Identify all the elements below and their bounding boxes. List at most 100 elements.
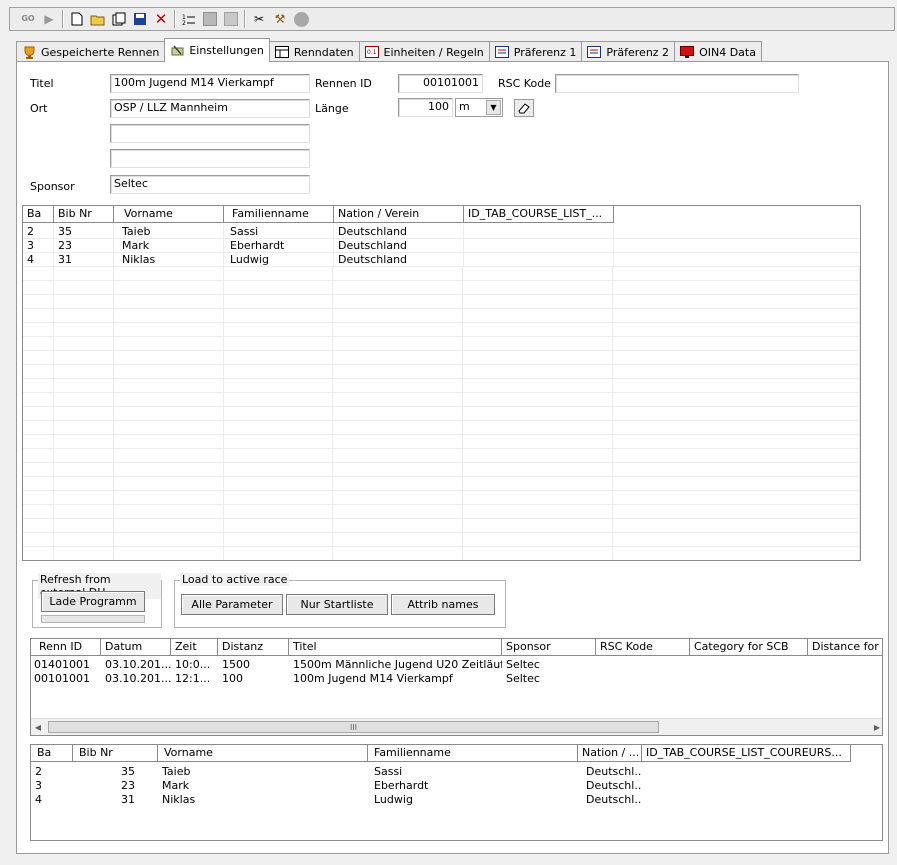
rennen-id-field[interactable]: 00101001 [398,74,483,93]
tab-einstellungen[interactable]: Einstellungen [164,38,270,62]
empty-cell [613,351,860,364]
attrib-names-button[interactable]: Attrib names [391,594,495,615]
titel-label: Titel [30,77,54,90]
chevron-down-icon[interactable]: ▼ [486,100,501,115]
lade-programm-button[interactable]: Lade Programm [41,591,145,612]
column-header[interactable]: Vorname [158,745,368,762]
laenge-field[interactable]: 100 [398,98,453,117]
table-cell: 03.10.201... [105,658,171,671]
column-header[interactable]: Zeit [171,639,218,656]
eraser-icon[interactable] [514,99,534,117]
play-icon[interactable]: ▶ [39,9,59,29]
table-cell: Sassi [224,225,334,238]
column-header[interactable]: Ba [31,745,73,762]
table-row[interactable]: 3 23 Mark Eberhardt Deutschland [23,239,860,253]
column-header[interactable]: Category for SCB [690,639,808,656]
table-cell: 2 [35,765,42,778]
column-header[interactable]: Distanz [218,639,289,656]
column-header[interactable]: Ba [23,206,54,223]
table-row[interactable]: 3 23 Mark Eberhardt Deutschl... [31,779,882,793]
scroll-left-icon[interactable]: ◀ [31,723,45,732]
empty-cell [23,533,54,546]
column-header[interactable]: Familienname [368,745,578,762]
column-header[interactable]: Nation / ... [578,745,642,762]
unit-select[interactable]: m ▼ [455,98,503,117]
empty-cell [114,365,224,378]
grey-icon-1[interactable] [200,9,220,29]
empty-cell [23,351,54,364]
column-header[interactable]: Bib Nr [54,206,114,223]
ort-field[interactable]: OSP / LLZ Mannheim [110,99,310,118]
table-cell: Deutschland [334,239,464,252]
extra-field-1[interactable] [110,124,310,143]
circle-icon[interactable] [291,9,311,29]
tool-1-icon[interactable]: ✂ [249,9,269,29]
table-row[interactable]: 01401001 03.10.201... 10:0... 1500 1500m Män… [31,658,882,672]
titel-field[interactable]: 100m Jugend M14 Vierkampf [110,74,310,93]
table-cell: 23 [54,239,114,252]
open-folder-icon[interactable] [88,9,108,29]
nur-startliste-button[interactable]: Nur Startliste [286,594,388,615]
copy-icon[interactable] [109,9,129,29]
save-icon[interactable] [130,9,150,29]
table-row[interactable]: 2 35 Taieb Sassi Deutschland [23,225,860,239]
empty-cell [463,421,613,434]
empty-cell [333,351,463,364]
column-header[interactable]: Renn ID [31,639,101,656]
sponsor-field[interactable]: Seltec [110,175,310,194]
empty-cell [54,365,114,378]
bottom-participants-grid[interactable]: Ba Bib Nr Vorname Familienname Nation / … [30,744,883,841]
table-row[interactable]: 4 31 Niklas Ludwig Deutschl... [31,793,882,807]
scroll-right-icon[interactable]: ▶ [874,723,880,732]
column-header[interactable]: Distance for S [808,639,882,656]
column-header[interactable]: ID_TAB_COURSE_LIST_... [464,206,614,223]
empty-cell [333,463,463,476]
column-header[interactable]: RSC Kode [596,639,690,656]
empty-cell [114,533,224,546]
tab-einheiten-regeln[interactable]: 0.1 Einheiten / Regeln [358,41,490,62]
column-header[interactable]: Datum [101,639,171,656]
grey-icon-2[interactable] [221,9,241,29]
list-icon[interactable]: 12 [179,9,199,29]
column-header[interactable]: Sponsor [502,639,596,656]
empty-cell [114,547,224,560]
rsc-kode-field[interactable] [555,74,799,93]
table-row[interactable]: 00101001 03.10.201... 12:1... 100 100m Jugen… [31,672,882,686]
empty-row [23,449,860,463]
column-header[interactable]: ID_TAB_COURSE_LIST_COUREURS... [642,745,851,762]
races-grid[interactable]: Renn ID Datum Zeit Distanz Titel Sponsor… [30,638,883,736]
tab-gespeicherte-rennen[interactable]: Gespeicherte Rennen [16,41,166,62]
table-cell: 1500 [222,658,250,671]
empty-cell [54,547,114,560]
alle-parameter-button[interactable]: Alle Parameter [181,594,283,615]
empty-row [23,477,860,491]
races-grid-header: Renn ID Datum Zeit Distanz Titel Sponsor… [31,639,882,656]
tab-oin4-data[interactable]: OIN4 Data [674,41,762,62]
empty-cell [613,477,860,490]
table-row[interactable]: 2 35 Taieb Sassi Deutschl... [31,765,882,779]
column-header[interactable]: Familienname [224,206,334,223]
table-row[interactable]: 4 31 Niklas Ludwig Deutschland [23,253,860,267]
empty-cell [54,449,114,462]
empty-cell [333,281,463,294]
empty-cell [114,449,224,462]
column-header[interactable]: Bib Nr [73,745,158,762]
tab-praeferenz-1[interactable]: Präferenz 1 [488,41,583,62]
new-doc-icon[interactable] [67,9,87,29]
tab-praeferenz-2[interactable]: Präferenz 2 [581,41,676,62]
scroll-thumb[interactable]: III [48,721,659,733]
delete-icon[interactable]: ✕ [151,9,171,29]
tab-label: Gespeicherte Rennen [41,45,160,59]
races-horizontal-scrollbar[interactable]: ◀ III ▶ [31,718,882,735]
extra-field-2[interactable] [110,149,310,168]
column-header[interactable]: Nation / Verein [334,206,464,223]
column-header[interactable]: Titel [289,639,502,656]
tool-2-icon[interactable]: ⚒ [270,9,290,29]
empty-cell [54,323,114,336]
column-header[interactable]: Vorname [114,206,224,223]
empty-cell [224,407,334,420]
go-icon[interactable]: GO [18,9,38,29]
participants-grid[interactable]: Ba Bib Nr Vorname Familienname Nation / … [22,205,861,561]
tab-renndaten[interactable]: Renndaten [268,41,360,62]
empty-cell [114,407,224,420]
